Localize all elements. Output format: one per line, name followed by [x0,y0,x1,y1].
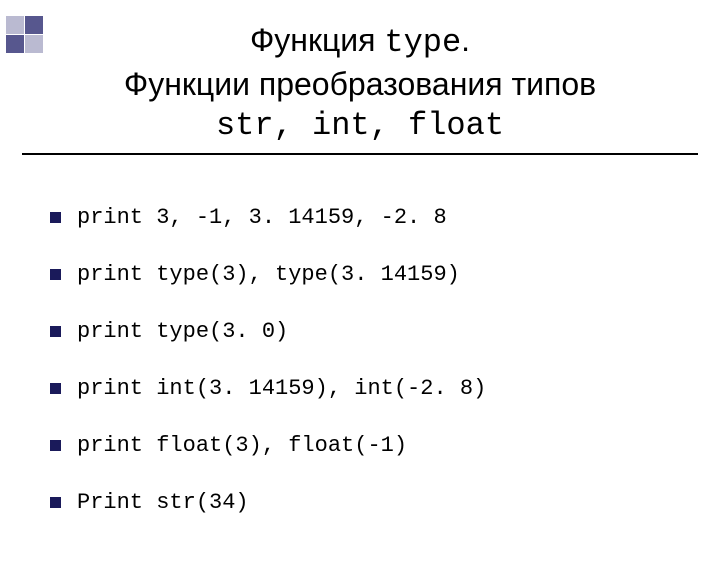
bullet-icon [50,269,61,280]
slide-title: Функция type. Функции преобразования тип… [0,0,720,175]
square-icon [6,35,24,53]
corner-decoration [0,0,70,70]
list-item-text: print 3, -1, 3. 14159, -2. 8 [77,205,447,230]
title-line1-suffix: . [461,22,470,58]
list-item: print float(3), float(-1) [50,433,670,458]
list-item-text: print int(3. 14159), int(-2. 8) [77,376,486,401]
title-line1-mono: type [384,24,461,61]
list-item-text: print type(3), type(3. 14159) [77,262,460,287]
title-line1-sans: Функция [250,22,384,58]
bullet-list: print 3, -1, 3. 14159, -2. 8 print type(… [0,175,720,567]
bullet-icon [50,326,61,337]
list-item-text: print float(3), float(-1) [77,433,407,458]
bullet-icon [50,497,61,508]
square-icon [25,16,43,34]
list-item: Print str(34) [50,490,670,515]
list-item: print type(3. 0) [50,319,670,344]
list-item: print type(3), type(3. 14159) [50,262,670,287]
list-item-text: print type(3. 0) [77,319,288,344]
title-underline [22,153,698,155]
bullet-icon [50,212,61,223]
square-icon [25,35,43,53]
bullet-icon [50,440,61,451]
list-item-text: Print str(34) [77,490,249,515]
list-item: print int(3. 14159), int(-2. 8) [50,376,670,401]
list-item: print 3, -1, 3. 14159, -2. 8 [50,205,670,230]
bullet-icon [50,383,61,394]
title-line3: str, int, float [0,105,720,147]
title-line2: Функции преобразования типов [0,64,720,106]
square-icon [6,16,24,34]
